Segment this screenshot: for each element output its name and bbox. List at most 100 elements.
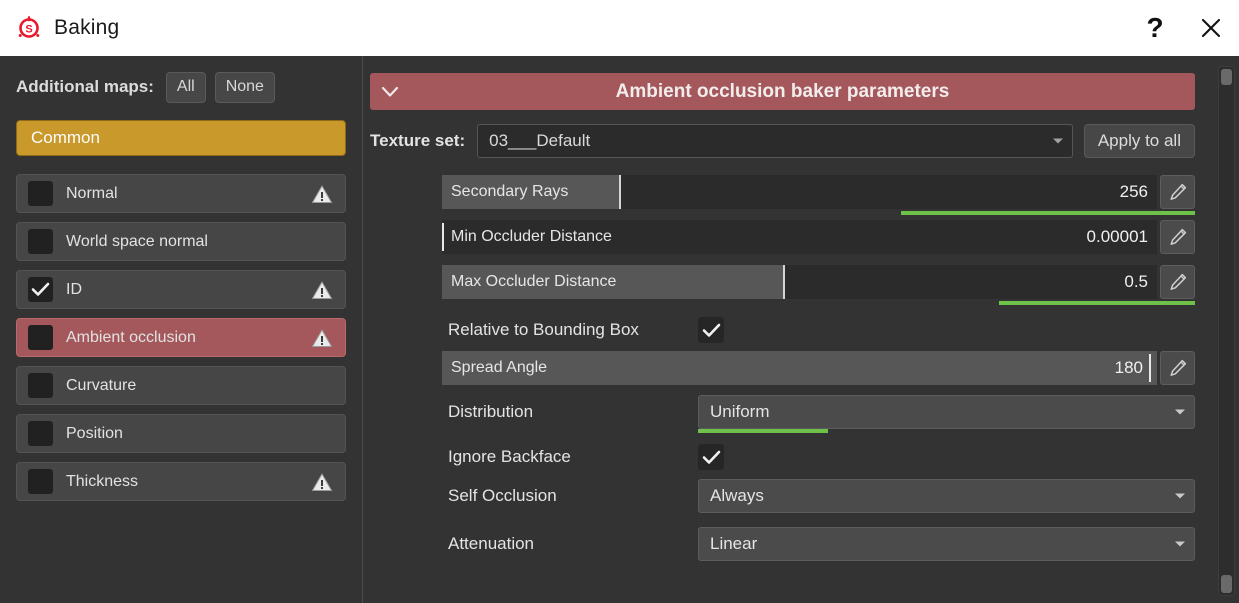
map-row-thickness[interactable]: Thickness bbox=[16, 462, 346, 501]
pencil-icon bbox=[1168, 358, 1188, 378]
apply-to-all-button[interactable]: Apply to all bbox=[1084, 124, 1195, 158]
relative-to-bounding-box-row: Relative to Bounding Box bbox=[448, 311, 1195, 349]
slider-handle[interactable] bbox=[442, 223, 444, 251]
distribution-value: Uniform bbox=[710, 402, 1174, 422]
ignore-backface-checkbox[interactable] bbox=[698, 444, 724, 470]
checkmark-icon bbox=[702, 323, 721, 338]
chevron-down-icon bbox=[1174, 492, 1186, 500]
additional-maps-label: Additional maps: bbox=[16, 77, 154, 97]
substance-painter-logo-icon: S bbox=[14, 13, 44, 43]
slider-track-min-occluder-distance[interactable]: Min Occluder Distance 0.00001 bbox=[442, 220, 1157, 254]
slider-fill bbox=[442, 351, 1157, 385]
self-occlusion-label: Self Occlusion bbox=[448, 486, 698, 506]
dialog-body: Additional maps: All None Common Normal bbox=[0, 56, 1239, 603]
help-button[interactable]: ? bbox=[1127, 0, 1183, 56]
modified-indicator bbox=[999, 301, 1195, 305]
map-checkbox-ambient-occlusion[interactable] bbox=[28, 325, 53, 350]
slider-area: Secondary Rays 256 bbox=[442, 175, 1195, 299]
slider-value-min-occluder-distance: 0.00001 bbox=[1087, 227, 1148, 247]
slider-label-secondary-rays: Secondary Rays bbox=[442, 183, 568, 201]
collapse-section-button[interactable] bbox=[370, 85, 410, 99]
checkmark-icon bbox=[702, 450, 721, 465]
slider-label-min-occluder-distance: Min Occluder Distance bbox=[442, 228, 612, 246]
pencil-icon bbox=[1168, 227, 1188, 247]
map-checkbox-normal[interactable] bbox=[28, 181, 53, 206]
attenuation-row: Attenuation Linear bbox=[448, 526, 1195, 562]
none-button[interactable]: None bbox=[215, 72, 275, 103]
slider-track-secondary-rays[interactable]: Secondary Rays 256 bbox=[442, 175, 1157, 209]
map-row-position[interactable]: Position bbox=[16, 414, 346, 453]
distribution-row: Distribution Uniform bbox=[448, 394, 1195, 430]
attenuation-value: Linear bbox=[710, 534, 1174, 554]
map-label-curvature: Curvature bbox=[66, 377, 333, 395]
map-checkbox-thickness[interactable] bbox=[28, 469, 53, 494]
checkmark-icon bbox=[31, 282, 50, 297]
chevron-down-icon bbox=[1174, 408, 1186, 416]
slider-track-max-occluder-distance[interactable]: Max Occluder Distance 0.5 bbox=[442, 265, 1157, 299]
texture-set-label: Texture set: bbox=[370, 131, 465, 151]
section-title: Ambient occlusion baker parameters bbox=[370, 81, 1195, 103]
map-label-thickness: Thickness bbox=[66, 473, 311, 491]
edit-value-button-spread-angle[interactable] bbox=[1160, 351, 1195, 385]
window-titlebar: S Baking ? bbox=[0, 0, 1239, 56]
map-row-ambient-occlusion[interactable]: Ambient occlusion bbox=[16, 318, 346, 357]
slider-min-occluder-distance[interactable]: Min Occluder Distance 0.00001 bbox=[442, 220, 1195, 254]
chevron-down-icon bbox=[1052, 137, 1064, 145]
slider-max-occluder-distance[interactable]: Max Occluder Distance 0.5 bbox=[442, 265, 1195, 299]
scrollbar-thumb-top[interactable] bbox=[1221, 69, 1232, 85]
scrollbar-thumb-bottom[interactable] bbox=[1221, 575, 1232, 593]
warning-icon bbox=[311, 184, 333, 204]
map-row-id[interactable]: ID bbox=[16, 270, 346, 309]
additional-maps-header: Additional maps: All None bbox=[16, 70, 346, 104]
map-label-ambient-occlusion: Ambient occlusion bbox=[66, 329, 311, 347]
texture-set-dropdown[interactable]: 03___Default bbox=[477, 124, 1073, 158]
svg-text:S: S bbox=[25, 24, 32, 36]
map-label-id: ID bbox=[66, 281, 311, 299]
common-tab-label: Common bbox=[31, 128, 100, 148]
distribution-dropdown[interactable]: Uniform bbox=[698, 395, 1195, 429]
map-checkbox-world-space-normal[interactable] bbox=[28, 229, 53, 254]
warning-icon bbox=[311, 472, 333, 492]
spread-angle-area: Spread Angle 180 bbox=[442, 351, 1195, 385]
common-tab[interactable]: Common bbox=[16, 120, 346, 156]
map-row-normal[interactable]: Normal bbox=[16, 174, 346, 213]
slider-track-spread-angle[interactable]: Spread Angle 180 bbox=[442, 351, 1157, 385]
map-checkbox-position[interactable] bbox=[28, 421, 53, 446]
edit-value-button-min-occluder-distance[interactable] bbox=[1160, 220, 1195, 254]
edit-value-button-max-occluder-distance[interactable] bbox=[1160, 265, 1195, 299]
slider-spread-angle[interactable]: Spread Angle 180 bbox=[442, 351, 1195, 385]
additional-maps-panel: Additional maps: All None Common Normal bbox=[0, 56, 362, 603]
vertical-scrollbar[interactable] bbox=[1218, 66, 1235, 596]
row-spacer bbox=[442, 254, 1195, 265]
baker-parameters-panel: Ambient occlusion baker parameters Textu… bbox=[363, 56, 1239, 603]
self-occlusion-dropdown[interactable]: Always bbox=[698, 479, 1195, 513]
edit-value-button-secondary-rays[interactable] bbox=[1160, 175, 1195, 209]
slider-value-secondary-rays: 256 bbox=[1120, 182, 1148, 202]
modified-indicator bbox=[698, 429, 828, 433]
close-button[interactable] bbox=[1183, 0, 1239, 56]
modified-indicator bbox=[901, 211, 1195, 215]
map-label-position: Position bbox=[66, 425, 333, 443]
map-row-world-space-normal[interactable]: World space normal bbox=[16, 222, 346, 261]
self-occlusion-row: Self Occlusion Always bbox=[448, 478, 1195, 514]
attenuation-dropdown[interactable]: Linear bbox=[698, 527, 1195, 561]
relative-to-bounding-box-checkbox[interactable] bbox=[698, 317, 724, 343]
texture-set-value: 03___Default bbox=[489, 131, 1052, 151]
all-button[interactable]: All bbox=[166, 72, 206, 103]
map-row-curvature[interactable]: Curvature bbox=[16, 366, 346, 405]
slider-value-spread-angle: 180 bbox=[1115, 358, 1143, 378]
relative-to-bounding-box-label: Relative to Bounding Box bbox=[448, 320, 698, 340]
chevron-down-icon bbox=[379, 85, 401, 99]
ignore-backface-label: Ignore Backface bbox=[448, 447, 698, 467]
pencil-icon bbox=[1168, 272, 1188, 292]
text-cursor bbox=[1149, 354, 1151, 382]
section-header-ambient-occlusion[interactable]: Ambient occlusion baker parameters bbox=[370, 73, 1195, 110]
map-label-world-space-normal: World space normal bbox=[66, 233, 333, 251]
map-checkbox-id[interactable] bbox=[28, 277, 53, 302]
slider-secondary-rays[interactable]: Secondary Rays 256 bbox=[442, 175, 1195, 209]
map-checkbox-curvature[interactable] bbox=[28, 373, 53, 398]
texture-set-row: Texture set: 03___Default Apply to all bbox=[370, 124, 1195, 158]
window-title: Baking bbox=[54, 16, 119, 40]
map-list: Normal World space normal I bbox=[16, 174, 346, 501]
self-occlusion-value: Always bbox=[710, 486, 1174, 506]
